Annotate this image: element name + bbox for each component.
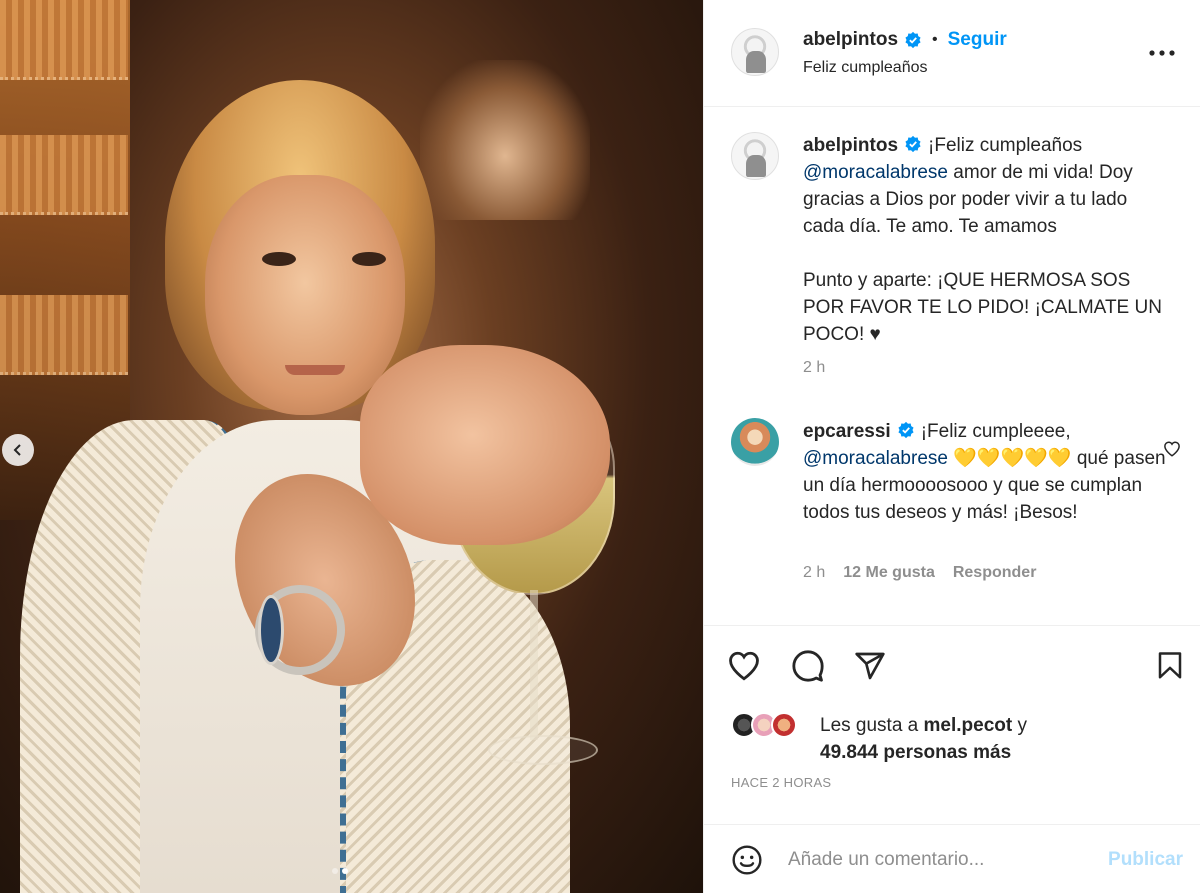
share-button[interactable] <box>850 646 890 686</box>
carousel-dot-active <box>342 868 348 874</box>
carousel-prev-button[interactable] <box>2 434 34 466</box>
post-side-panel: abelpintos • Seguir Feliz cumpleaños abe… <box>703 0 1200 893</box>
comments-section: abelpintos ¡Feliz cumpleaños @moracalabr… <box>704 108 1200 624</box>
action-bar <box>704 625 1200 682</box>
caption: abelpintos ¡Feliz cumpleaños @moracalabr… <box>731 132 1181 382</box>
lace-curtain <box>0 295 128 375</box>
liker-avatars <box>731 712 797 738</box>
separator-dot: • <box>932 31 938 48</box>
emoji-smiley-icon[interactable] <box>731 844 763 876</box>
likes-count[interactable]: 49.844 personas más <box>820 742 1011 763</box>
more-horizontal-icon <box>1149 50 1175 56</box>
likes-text: Les gusta a mel.pecot y 49.844 personas … <box>820 712 1080 766</box>
background-shelf <box>420 60 590 220</box>
caption-username[interactable]: abelpintos <box>803 135 898 156</box>
post-subtitle: Feliz cumpleaños <box>803 59 928 76</box>
add-comment-bar: Publicar <box>704 824 1200 893</box>
verified-badge-icon <box>905 31 921 49</box>
comment-button[interactable] <box>788 646 828 686</box>
author-username[interactable]: abelpintos <box>803 29 898 51</box>
carousel-indicator <box>332 868 348 874</box>
yellow-hearts-emoji: 💛💛💛💛💛 <box>953 448 1072 469</box>
caption-mention-link[interactable]: @moracalabrese <box>803 162 948 183</box>
post-header: abelpintos • Seguir Feliz cumpleaños <box>704 0 1200 107</box>
comment-mention-link[interactable]: @moracalabrese <box>803 448 948 469</box>
commenter-username[interactable]: epcaressi <box>803 421 891 442</box>
face <box>205 175 405 415</box>
post-timestamp[interactable]: HACE 2 HORAS <box>731 775 831 790</box>
caption-text: abelpintos ¡Feliz cumpleaños @moracalabr… <box>803 132 1173 348</box>
liker-username[interactable]: mel.pecot <box>924 715 1013 736</box>
like-button[interactable] <box>724 646 764 686</box>
save-button[interactable] <box>1150 646 1190 686</box>
caption-time[interactable]: 2 h <box>803 359 825 377</box>
comment-likes-count[interactable]: 12 Me gusta <box>843 564 935 582</box>
hand <box>360 345 610 545</box>
bracelet-stone <box>258 595 284 665</box>
wine-glass-stem <box>530 590 538 740</box>
author-avatar[interactable] <box>731 28 779 76</box>
likes-joiner: y <box>1017 715 1028 736</box>
comment-bubble-icon <box>792 650 824 682</box>
reply-button[interactable]: Responder <box>953 564 1037 582</box>
instagram-post: abelpintos • Seguir Feliz cumpleaños abe… <box>0 0 1200 893</box>
comment-item: epcaressi ¡Feliz cumpleeee, @moracalabre… <box>731 418 1181 598</box>
bookmark-icon <box>1158 652 1182 679</box>
publish-button[interactable]: Publicar <box>1108 849 1183 871</box>
wine-glass-foot <box>488 735 598 765</box>
caption-text-3: Punto y aparte: ¡QUE HERMOSA SOS POR FAV… <box>803 270 1162 345</box>
liker-avatar[interactable] <box>771 712 797 738</box>
comment-text: epcaressi ¡Feliz cumpleeee, @moracalabre… <box>803 418 1173 526</box>
caption-author-avatar[interactable] <box>731 132 779 180</box>
lace-curtain <box>0 135 128 215</box>
send-paper-plane-icon <box>855 652 885 680</box>
caption-meta: 2 h <box>803 359 825 377</box>
comment-time[interactable]: 2 h <box>803 564 825 582</box>
comment-like-heart-icon[interactable] <box>1163 440 1181 458</box>
comment-meta: 2 h 12 Me gusta Responder <box>803 564 1036 582</box>
verified-badge-icon <box>905 135 921 153</box>
chevron-left-icon <box>13 444 21 456</box>
eye <box>262 252 296 266</box>
eye <box>352 252 386 266</box>
commenter-avatar[interactable] <box>731 418 779 466</box>
carousel-dot <box>332 868 338 874</box>
caption-text-1: ¡Feliz cumpleaños <box>928 135 1083 156</box>
heart-icon <box>729 651 759 681</box>
more-options-button[interactable] <box>1149 40 1175 66</box>
verified-badge-icon <box>898 421 914 439</box>
comment-text-1: ¡Feliz cumpleeee, <box>920 421 1071 442</box>
likes-prefix: Les gusta a <box>820 715 919 736</box>
comment-input[interactable] <box>788 845 1088 875</box>
follow-button[interactable]: Seguir <box>948 29 1007 51</box>
mouth <box>285 365 345 375</box>
post-photo[interactable] <box>0 0 703 893</box>
lace-curtain <box>0 0 128 80</box>
